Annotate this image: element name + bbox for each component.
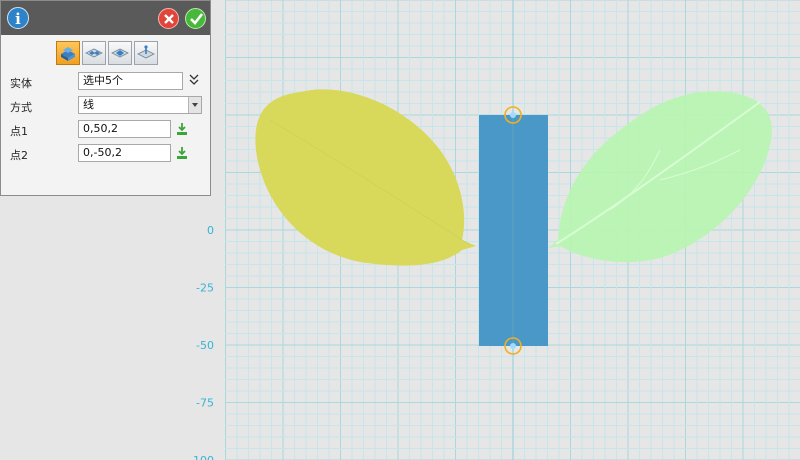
axis-label: -75 [196,397,214,410]
method-label: 方式 [10,101,32,114]
axis-label: 0 [207,224,214,237]
split-panel: i 实体 选中5个 方式 线 点1 0,50,2 点2 0,-50,2 [0,0,211,196]
entity-label: 实体 [10,77,32,90]
info-icon[interactable]: i [7,7,29,29]
entity-field[interactable]: 选中5个 [78,72,183,90]
axis-label: -25 [196,282,214,295]
chevron-down-icon[interactable] [188,97,201,113]
point1-field[interactable]: 0,50,2 [78,120,171,138]
confirm-button[interactable] [185,8,206,29]
mode-plane-button[interactable] [82,41,106,65]
axis-label: -50 [196,339,214,352]
panel-titlebar: i [1,1,210,35]
pick-point-icon[interactable] [175,122,189,136]
axis-label: -100 [189,454,214,460]
face-split-icon [111,48,129,58]
method-value: 线 [83,98,94,111]
double-chevron-down-icon[interactable] [188,73,200,87]
close-button[interactable] [158,8,179,29]
close-icon [164,14,174,24]
point1-label: 点1 [10,125,28,138]
method-select[interactable]: 线 [78,96,202,114]
point2-field[interactable]: 0,-50,2 [78,144,171,162]
plane-split-icon [85,48,103,58]
mode-face-button[interactable] [108,41,132,65]
solid-split-icon [61,47,75,61]
checkmark-icon [190,13,204,25]
point-split-icon [137,45,155,59]
point2-label: 点2 [10,149,28,162]
pick-point-icon[interactable] [175,146,189,160]
mode-solid-button[interactable] [56,41,80,65]
mode-point-button[interactable] [134,41,158,65]
